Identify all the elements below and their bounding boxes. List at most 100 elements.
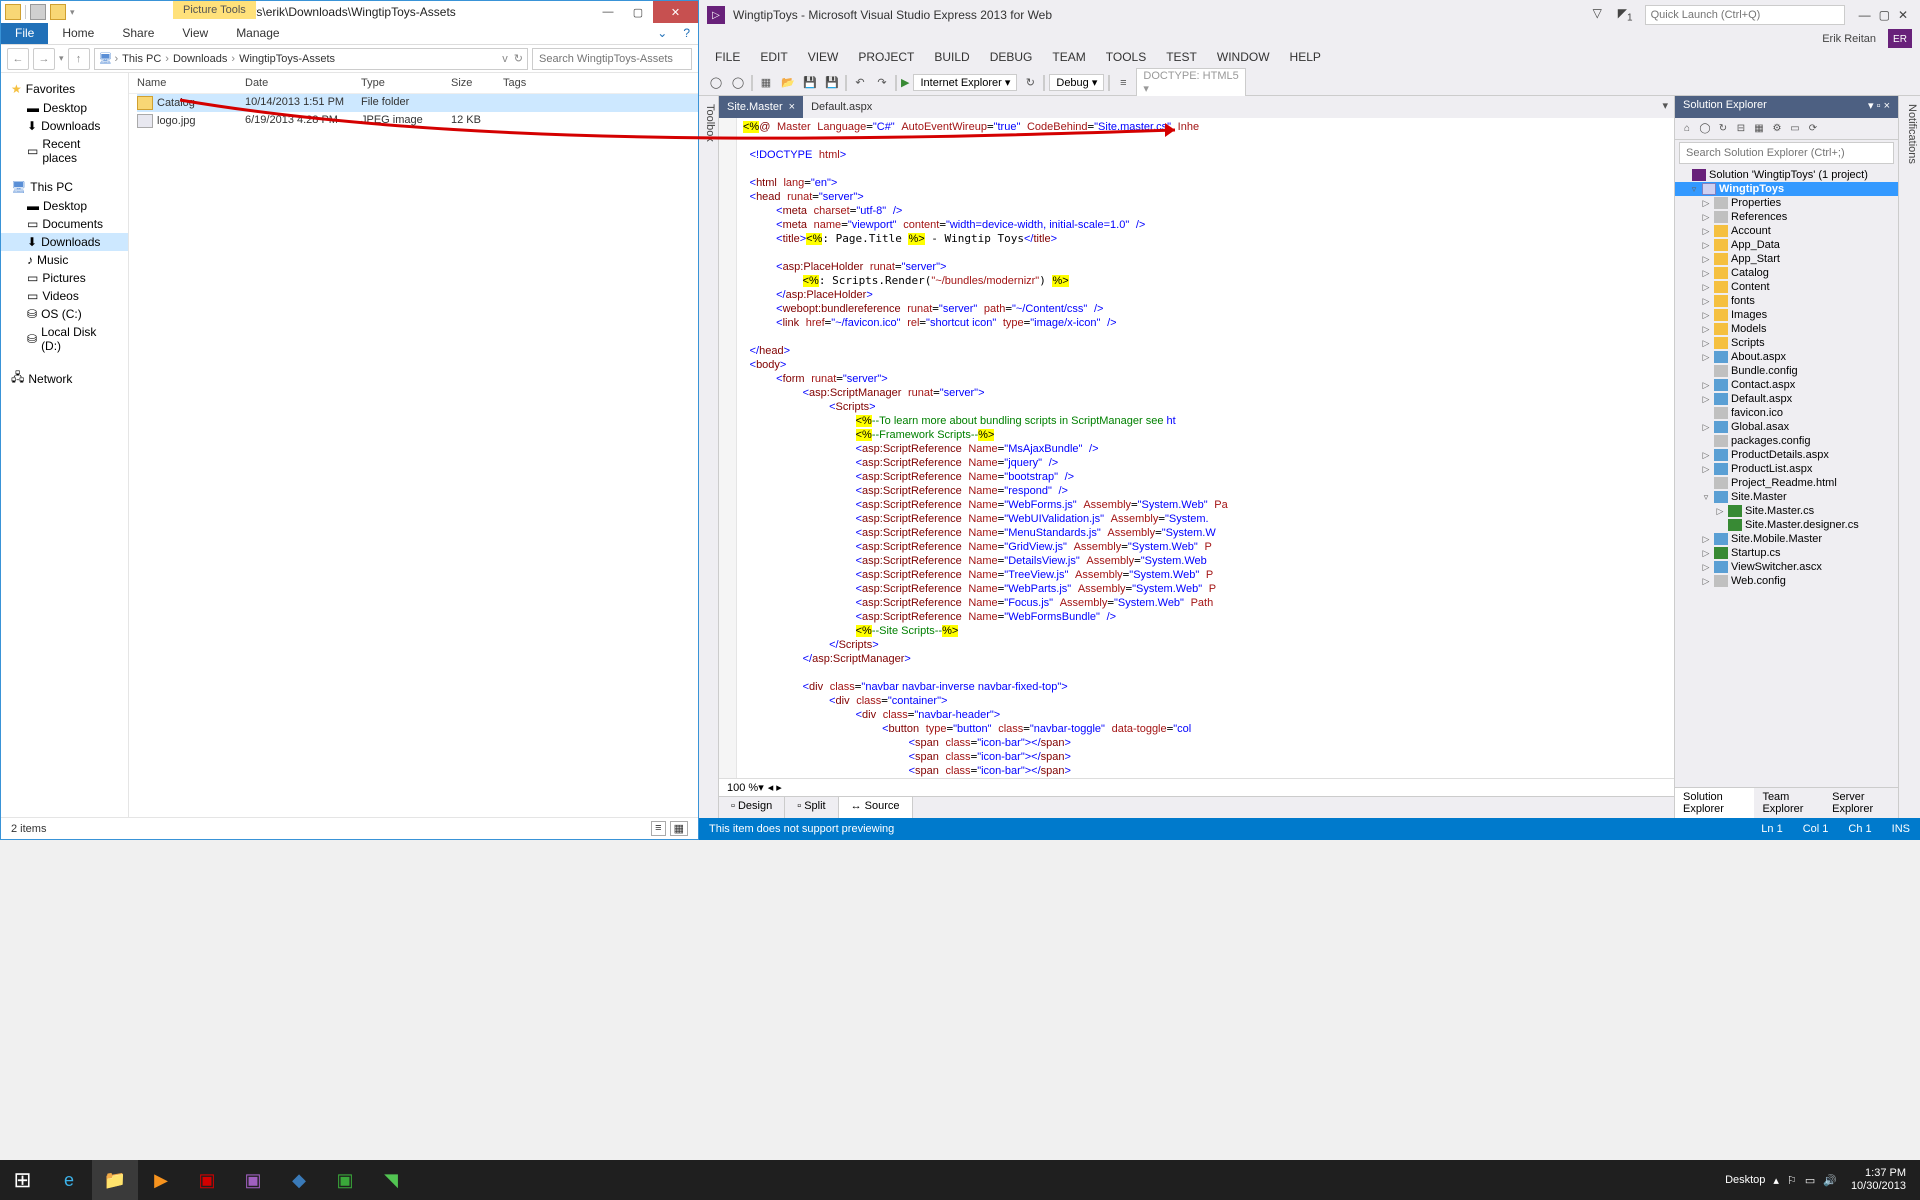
- solution-tree[interactable]: Solution 'WingtipToys' (1 project) ▿Wing…: [1675, 166, 1898, 787]
- system-tray[interactable]: Desktop ▴ ⚐ ▭ 🔊 1:37 PM 10/30/2013: [1725, 1167, 1920, 1193]
- view-split-tab[interactable]: ▫ Split: [785, 797, 838, 818]
- close-button[interactable]: ✕: [653, 1, 698, 23]
- explorer-titlebar[interactable]: ▾ Picture Tools C:\Users\erik\Downloads\…: [1, 1, 698, 23]
- explorer-nav-pane[interactable]: ★Favorites ▬ Desktop ⬇ Downloads ▭ Recen…: [1, 73, 129, 817]
- breadcrumb-segment[interactable]: This PC: [120, 53, 163, 65]
- tree-node[interactable]: favicon.ico: [1675, 406, 1898, 420]
- browser-selector[interactable]: Internet Explorer ▾: [913, 74, 1017, 91]
- sidebar-item[interactable]: ▬ Desktop: [1, 197, 128, 215]
- col-date[interactable]: Date: [245, 77, 361, 89]
- sidebar-item-downloads[interactable]: ⬇ Downloads: [1, 117, 128, 135]
- redo-icon[interactable]: ↷: [873, 74, 891, 92]
- nav-back-icon[interactable]: ◯: [707, 74, 725, 92]
- view-design-tab[interactable]: ▫ Design: [719, 797, 785, 818]
- editor-tab-sitemaster[interactable]: Site.Master×: [719, 96, 803, 118]
- sidebar-item-desktop[interactable]: ▬ Desktop: [1, 99, 128, 117]
- tree-node[interactable]: ▷Contact.aspx: [1675, 378, 1898, 392]
- tree-node[interactable]: ▷Catalog: [1675, 266, 1898, 280]
- history-dropdown-icon[interactable]: v: [502, 53, 508, 65]
- qat-dropdown-icon[interactable]: ▾: [70, 7, 75, 18]
- tree-node[interactable]: ▷Content: [1675, 280, 1898, 294]
- tab-team-explorer[interactable]: Team Explorer: [1754, 788, 1824, 818]
- nav-fwd-icon[interactable]: ◯: [729, 74, 747, 92]
- favorites-header[interactable]: ★Favorites: [1, 79, 128, 99]
- vs-maximize-button[interactable]: ▢: [1875, 8, 1894, 22]
- menu-project[interactable]: PROJECT: [850, 48, 922, 70]
- taskbar-ie-icon[interactable]: e: [46, 1160, 92, 1200]
- tree-node[interactable]: ▷About.aspx: [1675, 350, 1898, 364]
- menu-build[interactable]: BUILD: [926, 48, 977, 70]
- details-view-icon[interactable]: ≡: [651, 821, 665, 836]
- col-name[interactable]: Name: [137, 77, 245, 89]
- tree-node[interactable]: ▷Site.Mobile.Master: [1675, 532, 1898, 546]
- maximize-button[interactable]: ▢: [623, 1, 653, 23]
- nav-history-icon[interactable]: ▾: [59, 53, 64, 64]
- tree-node[interactable]: ▷fonts: [1675, 294, 1898, 308]
- config-selector[interactable]: Debug ▾: [1049, 74, 1104, 91]
- properties-icon[interactable]: [30, 4, 46, 20]
- tree-node[interactable]: ▷Web.config: [1675, 574, 1898, 588]
- tree-node[interactable]: ▿Site.Master: [1675, 490, 1898, 504]
- tree-node[interactable]: ▷ViewSwitcher.ascx: [1675, 560, 1898, 574]
- zoom-control[interactable]: 100 % ▾ ◂ ▸: [719, 778, 1674, 796]
- properties-icon[interactable]: ⚙: [1769, 121, 1785, 137]
- taskbar-clock[interactable]: 1:37 PM 10/30/2013: [1845, 1167, 1912, 1193]
- tree-node[interactable]: Site.Master.designer.cs: [1675, 518, 1898, 532]
- sidebar-item[interactable]: ▭ Videos: [1, 287, 128, 305]
- ribbon-file-tab[interactable]: File: [1, 23, 48, 44]
- tree-node[interactable]: ▷Models: [1675, 322, 1898, 336]
- browser-link-refresh-icon[interactable]: ↻: [1021, 74, 1039, 92]
- taskbar-app-icon[interactable]: ▣: [322, 1160, 368, 1200]
- collapse-icon[interactable]: ⊟: [1733, 121, 1749, 137]
- taskbar-app-icon[interactable]: ▣: [184, 1160, 230, 1200]
- tree-node[interactable]: ▷App_Data: [1675, 238, 1898, 252]
- col-type[interactable]: Type: [361, 77, 451, 89]
- new-folder-icon[interactable]: [50, 4, 66, 20]
- doctype-selector[interactable]: DOCTYPE: HTML5 ▾: [1136, 68, 1246, 97]
- tree-node[interactable]: ▷Site.Master.cs: [1675, 504, 1898, 518]
- save-icon[interactable]: 💾: [801, 74, 819, 92]
- sidebar-item[interactable]: ▭ Pictures: [1, 269, 128, 287]
- home-icon[interactable]: ⌂: [1679, 121, 1695, 137]
- menu-edit[interactable]: EDIT: [752, 48, 795, 70]
- windows-taskbar[interactable]: ⊞ e 📁 ▶ ▣ ▣ ◆ ▣ ◥ Desktop ▴ ⚐ ▭ 🔊 1:37 P…: [0, 1160, 1920, 1200]
- picture-tools-tab[interactable]: Picture Tools: [173, 1, 256, 19]
- undo-icon[interactable]: ↶: [851, 74, 869, 92]
- tray-flag-icon[interactable]: ⚐: [1787, 1174, 1797, 1187]
- thispc-header[interactable]: 🖥This PC: [1, 177, 128, 197]
- pin-icon[interactable]: ▾ ▫ ×: [1868, 100, 1890, 112]
- tree-node[interactable]: ▷Scripts: [1675, 336, 1898, 350]
- preview-icon[interactable]: ▭: [1787, 121, 1803, 137]
- project-node[interactable]: ▿WingtipToys: [1675, 182, 1898, 196]
- new-project-icon[interactable]: ▦: [757, 74, 775, 92]
- vs-titlebar[interactable]: ▷ WingtipToys - Microsoft Visual Studio …: [699, 0, 1920, 30]
- sidebar-item-recent[interactable]: ▭ Recent places: [1, 135, 128, 167]
- minimize-button[interactable]: —: [593, 1, 623, 23]
- taskbar-vs-icon[interactable]: ▣: [230, 1160, 276, 1200]
- icons-view-icon[interactable]: ▦: [670, 821, 688, 836]
- file-row-catalog[interactable]: Catalog 10/14/2013 1:51 PM File folder: [137, 94, 698, 112]
- solution-search-input[interactable]: [1679, 142, 1894, 164]
- folder-icon[interactable]: [5, 4, 21, 20]
- comment-icon[interactable]: ≡: [1114, 74, 1132, 92]
- show-all-icon[interactable]: ▦: [1751, 121, 1767, 137]
- network-header[interactable]: 🖧Network: [1, 365, 128, 392]
- refresh-icon[interactable]: ↻: [1715, 121, 1731, 137]
- tree-node[interactable]: ▷Global.asax: [1675, 420, 1898, 434]
- menu-tools[interactable]: TOOLS: [1098, 48, 1154, 70]
- code-editor[interactable]: <%@ Master Language="C#" AutoEventWireup…: [719, 118, 1674, 778]
- breadcrumb-segment[interactable]: Downloads: [171, 53, 229, 65]
- nav-forward-button[interactable]: →: [33, 48, 55, 70]
- tree-node[interactable]: ▷ProductList.aspx: [1675, 462, 1898, 476]
- show-desktop-label[interactable]: Desktop: [1725, 1174, 1765, 1186]
- refresh-icon[interactable]: ↻: [514, 52, 523, 65]
- sidebar-item[interactable]: ⛁ OS (C:): [1, 305, 128, 323]
- taskbar-media-icon[interactable]: ▶: [138, 1160, 184, 1200]
- start-debug-button[interactable]: ▶: [901, 76, 909, 89]
- tree-node[interactable]: packages.config: [1675, 434, 1898, 448]
- menu-help[interactable]: HELP: [1282, 48, 1329, 70]
- vs-user-badge[interactable]: ER: [1888, 29, 1912, 49]
- menu-team[interactable]: TEAM: [1044, 48, 1093, 70]
- taskbar-explorer-icon[interactable]: 📁: [92, 1160, 138, 1200]
- ribbon-expand-icon[interactable]: ⌄: [649, 23, 675, 44]
